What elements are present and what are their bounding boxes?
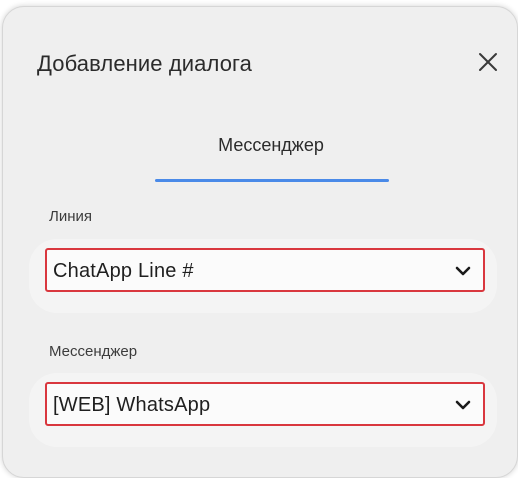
line-select-value: ChatApp Line # [53,260,194,282]
messenger-field-container: [WEB] WhatsApp [29,373,497,447]
tab-messenger-label: Мессенджер [218,135,324,155]
line-field-container: ChatApp Line # [29,239,497,313]
chevron-down-icon [455,400,471,410]
tab-active-indicator [155,179,389,182]
add-dialog-modal: Добавление диалога Мессенджер Линия Chat… [2,6,518,478]
dialog-title: Добавление диалога [37,51,253,76]
tab-messenger[interactable]: Мессенджер [153,134,389,184]
line-field-label: Линия [49,208,93,225]
messenger-field-label: Мессенджер [49,343,138,360]
chevron-down-icon [455,266,471,276]
close-icon[interactable] [473,47,503,77]
line-select[interactable]: ChatApp Line # [45,248,485,292]
messenger-select-value: [WEB] WhatsApp [53,394,211,416]
messenger-select[interactable]: [WEB] WhatsApp [45,382,485,426]
